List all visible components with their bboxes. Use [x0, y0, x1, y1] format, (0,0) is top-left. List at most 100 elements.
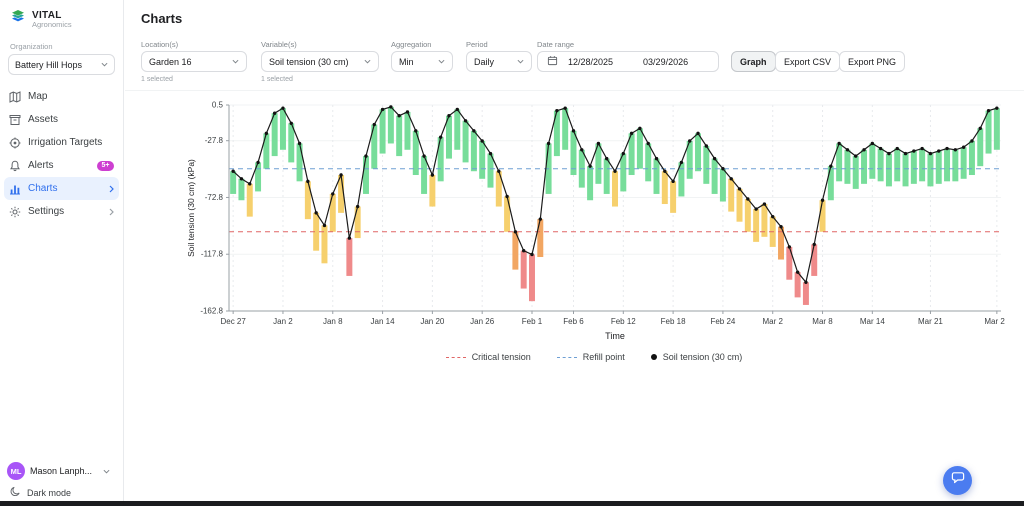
sidebar-item-label: Map	[28, 91, 48, 102]
refill-point-dash-sample	[556, 356, 577, 358]
organization-select[interactable]: Battery Hill Hops	[8, 54, 115, 75]
bar-chart-icon	[9, 183, 21, 195]
chevron-down-icon	[101, 62, 108, 67]
svg-text:Time: Time	[605, 331, 625, 341]
alerts-count-badge: 5+	[97, 160, 114, 171]
export-png-button[interactable]: Export PNG	[839, 51, 906, 72]
calendar-icon	[547, 55, 558, 68]
variable-select[interactable]: Soil tension (30 cm)	[261, 51, 379, 72]
sidebar-item-label: Charts	[28, 183, 58, 194]
chevron-right-icon	[109, 185, 114, 193]
svg-text:-162.8: -162.8	[200, 307, 223, 316]
user-menu[interactable]: ML Mason Lanph...	[7, 462, 120, 480]
map-icon	[9, 90, 21, 103]
export-csv-button[interactable]: Export CSV	[775, 51, 841, 72]
user-name: Mason Lanph...	[30, 466, 93, 476]
archive-box-icon	[9, 114, 21, 126]
svg-text:-72.8: -72.8	[205, 193, 224, 202]
svg-text:Mar 2: Mar 2	[762, 317, 783, 326]
date-range-end[interactable]: 03/29/2026	[643, 57, 688, 67]
organization-label: Organization	[10, 42, 53, 51]
svg-text:Feb 24: Feb 24	[710, 317, 735, 326]
svg-text:Jan 8: Jan 8	[323, 317, 343, 326]
svg-text:Feb 12: Feb 12	[611, 317, 636, 326]
chevron-down-icon	[103, 469, 110, 474]
target-icon	[9, 137, 21, 149]
sidebar-item-label: Assets	[28, 114, 59, 125]
main-content: Charts Location(s) Variable(s) Aggregati…	[125, 0, 1024, 506]
brand: VITAL Agronomics	[0, 0, 123, 34]
period-select[interactable]: Daily	[466, 51, 532, 72]
dark-mode-label: Dark mode	[27, 487, 72, 498]
legend-refill-point[interactable]: Refill point	[556, 352, 625, 362]
chevron-down-icon	[438, 59, 445, 64]
sidebar-item-charts[interactable]: Charts	[4, 177, 119, 200]
filters-divider	[125, 90, 1024, 91]
svg-text:-27.8: -27.8	[205, 136, 224, 145]
chevron-down-icon	[232, 59, 239, 64]
svg-text:Jan 26: Jan 26	[470, 317, 495, 326]
graph-button[interactable]: Graph	[731, 51, 776, 72]
sidebar-item-label: Alerts	[28, 160, 54, 171]
date-range-picker[interactable]: 12/28/2025 03/29/2026	[537, 51, 719, 72]
sidebar-item-alerts[interactable]: Alerts 5+	[0, 154, 123, 177]
chevron-right-icon	[109, 208, 114, 216]
sidebar-menu: Map Assets Irrigation Targets Alerts 5+	[0, 85, 123, 223]
page-title: Charts	[141, 11, 183, 26]
organization-value: Battery Hill Hops	[15, 59, 83, 70]
svg-text:-117.8: -117.8	[201, 250, 224, 259]
bottom-bar	[0, 501, 1024, 506]
svg-text:Feb 18: Feb 18	[661, 317, 686, 326]
sidebar-item-map[interactable]: Map	[0, 85, 123, 108]
variable-label: Variable(s)	[261, 40, 297, 49]
legend-label: Soil tension (30 cm)	[662, 352, 743, 362]
variable-value: Soil tension (30 cm)	[269, 56, 349, 67]
moon-icon	[10, 486, 21, 499]
dark-mode-toggle[interactable]: Dark mode	[10, 486, 71, 499]
legend-label: Refill point	[582, 352, 625, 362]
avatar: ML	[7, 462, 25, 480]
svg-text:Jan 14: Jan 14	[371, 317, 396, 326]
chat-button[interactable]	[943, 466, 972, 495]
soil-tension-chart[interactable]: 0.5 -27.8 -72.8 -117.8 -162.8Dec 27 Jan 2 Jan …	[183, 95, 1005, 345]
date-range-start[interactable]: 12/28/2025	[568, 57, 613, 67]
svg-text:Feb 6: Feb 6	[563, 317, 584, 326]
date-range-label: Date range	[537, 40, 575, 49]
sidebar-item-label: Settings	[28, 206, 65, 217]
chat-bubble-icon	[951, 471, 965, 490]
sidebar-item-assets[interactable]: Assets	[0, 108, 123, 131]
svg-text:Jan 20: Jan 20	[420, 317, 445, 326]
svg-text:Dec 27: Dec 27	[220, 317, 246, 326]
svg-text:Mar 21: Mar 21	[918, 317, 943, 326]
location-select[interactable]: Garden 16	[141, 51, 247, 72]
sidebar-item-label: Irrigation Targets	[28, 137, 103, 148]
soil-tension-dot-sample	[650, 354, 657, 360]
svg-text:Jan 2: Jan 2	[273, 317, 293, 326]
chart-legend: Critical tension Refill point Soil tensi…	[183, 352, 1005, 362]
svg-text:Mar 14: Mar 14	[860, 317, 885, 326]
bell-icon	[9, 160, 21, 172]
chevron-down-icon	[364, 59, 371, 64]
aggregation-label: Aggregation	[391, 40, 432, 49]
legend-label: Critical tension	[471, 352, 531, 362]
sidebar-item-irrigation-targets[interactable]: Irrigation Targets	[0, 131, 123, 154]
sidebar-item-settings[interactable]: Settings	[0, 200, 123, 223]
location-label: Location(s)	[141, 40, 179, 49]
legend-soil-tension[interactable]: Soil tension (30 cm)	[650, 352, 743, 362]
critical-tension-dash-sample	[445, 356, 466, 358]
svg-text:0.5: 0.5	[212, 101, 224, 110]
svg-text:Soil tension (30 cm) (kPa): Soil tension (30 cm) (kPa)	[186, 159, 196, 257]
legend-critical-tension[interactable]: Critical tension	[445, 352, 531, 362]
logo-layers-icon	[10, 9, 26, 30]
brand-subtitle: Agronomics	[32, 19, 72, 29]
location-selected-hint: 1 selected	[141, 76, 173, 83]
svg-text:Mar 8: Mar 8	[812, 317, 833, 326]
period-value: Daily	[474, 56, 495, 67]
svg-text:Feb 1: Feb 1	[522, 317, 543, 326]
period-label: Period	[466, 40, 488, 49]
location-value: Garden 16	[149, 56, 192, 67]
chevron-down-icon	[517, 59, 524, 64]
aggregation-select[interactable]: Min	[391, 51, 453, 72]
svg-text:Mar 29: Mar 29	[984, 317, 1005, 326]
gear-icon	[9, 206, 21, 218]
